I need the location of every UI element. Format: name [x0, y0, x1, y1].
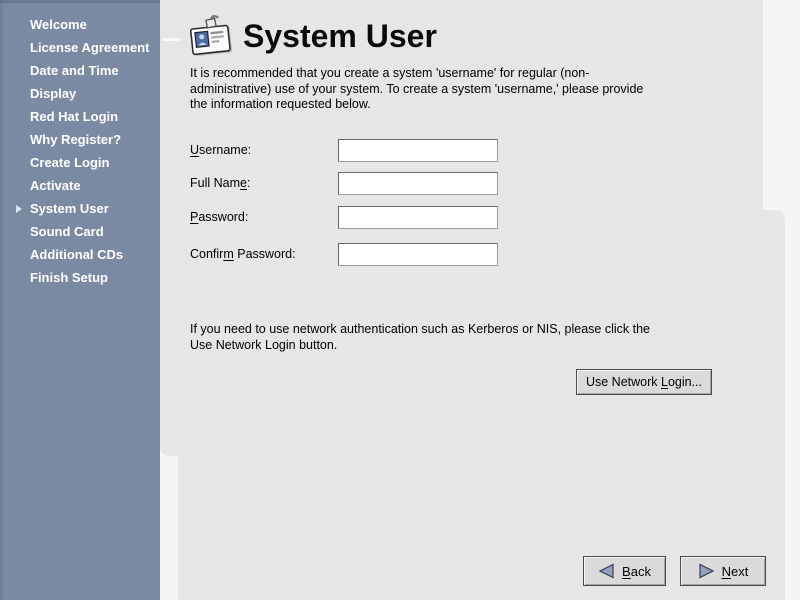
- label-mnemonic: L: [661, 375, 668, 389]
- page-header: System User: [187, 11, 437, 61]
- label-mnemonic: e: [240, 176, 247, 190]
- label-mnemonic: N: [722, 564, 731, 579]
- next-arrow-icon: [698, 563, 715, 579]
- step-label: Activate: [30, 178, 81, 193]
- label-mnemonic: B: [622, 564, 631, 579]
- label-post: ogin...: [668, 375, 702, 389]
- full-name-label: Full Name:: [190, 176, 250, 190]
- confirm-password-label: Confirm Password:: [190, 247, 296, 261]
- next-button[interactable]: Next: [680, 556, 766, 586]
- panel-corner-dash: [162, 38, 180, 41]
- lower-panel: [178, 210, 785, 600]
- full-name-row: Full Name:: [190, 172, 640, 196]
- label-post: ack: [631, 564, 651, 579]
- step-label: Sound Card: [30, 224, 104, 239]
- sidebar-item-red-hat-login: Red Hat Login: [0, 105, 160, 128]
- sidebar-item-why-register: Why Register?: [0, 128, 160, 151]
- sidebar-item-date-and-time: Date and Time: [0, 59, 160, 82]
- confirm-password-input[interactable]: [338, 243, 498, 266]
- sidebar-item-display: Display: [0, 82, 160, 105]
- button-label: Back: [622, 564, 651, 579]
- step-label: Date and Time: [30, 63, 119, 78]
- label-mnemonic: U: [190, 143, 199, 157]
- id-badge-icon: [187, 11, 234, 61]
- page-title: System User: [243, 11, 437, 61]
- username-row: Username:: [190, 139, 640, 163]
- step-label: Finish Setup: [30, 270, 108, 285]
- sidebar-item-sound-card: Sound Card: [0, 220, 160, 243]
- username-label: Username:: [190, 143, 251, 157]
- sidebar-item-welcome: Welcome: [0, 13, 160, 36]
- sidebar-item-additional-cds: Additional CDs: [0, 243, 160, 266]
- wizard-step-sidebar: Welcome License Agreement Date and Time …: [0, 0, 160, 600]
- step-label: Red Hat Login: [30, 109, 118, 124]
- step-label: License Agreement: [30, 40, 149, 55]
- content-area: System User It is recommended that you c…: [160, 0, 800, 600]
- step-label: Display: [30, 86, 76, 101]
- sidebar-item-system-user: System User: [0, 197, 160, 220]
- step-label: System User: [30, 201, 109, 216]
- button-label: Next: [722, 564, 749, 579]
- step-label: Create Login: [30, 155, 109, 170]
- sidebar-item-activate: Activate: [0, 174, 160, 197]
- sidebar-item-license-agreement: License Agreement: [0, 36, 160, 59]
- intro-text: It is recommended that you create a syst…: [190, 66, 730, 113]
- label-post: :: [247, 176, 250, 190]
- label-mnemonic: m: [223, 247, 233, 261]
- back-button[interactable]: Back: [583, 556, 666, 586]
- active-step-arrow-icon: [16, 205, 22, 213]
- sidebar-item-create-login: Create Login: [0, 151, 160, 174]
- step-label: Why Register?: [30, 132, 121, 147]
- label-pre: Confir: [190, 247, 223, 261]
- network-auth-note: If you need to use network authenticatio…: [190, 322, 730, 353]
- label-pre: Use Network: [586, 375, 661, 389]
- button-label: Use Network Login...: [586, 375, 702, 389]
- back-arrow-icon: [598, 563, 615, 579]
- label-post: ext: [731, 564, 748, 579]
- label-post: Password:: [234, 247, 296, 261]
- username-input[interactable]: [338, 139, 498, 162]
- step-label: Welcome: [30, 17, 87, 32]
- password-row: Password:: [190, 206, 640, 230]
- confirm-password-row: Confirm Password:: [190, 243, 640, 267]
- sidebar-item-finish-setup: Finish Setup: [0, 266, 160, 289]
- wizard-step-list: Welcome License Agreement Date and Time …: [0, 0, 160, 289]
- password-label: Password:: [190, 210, 248, 224]
- label-post: sername:: [199, 143, 251, 157]
- full-name-input[interactable]: [338, 172, 498, 195]
- step-label: Additional CDs: [30, 247, 123, 262]
- password-input[interactable]: [338, 206, 498, 229]
- label-post: assword:: [198, 210, 248, 224]
- label-pre: Full Nam: [190, 176, 240, 190]
- use-network-login-button[interactable]: Use Network Login...: [576, 369, 712, 395]
